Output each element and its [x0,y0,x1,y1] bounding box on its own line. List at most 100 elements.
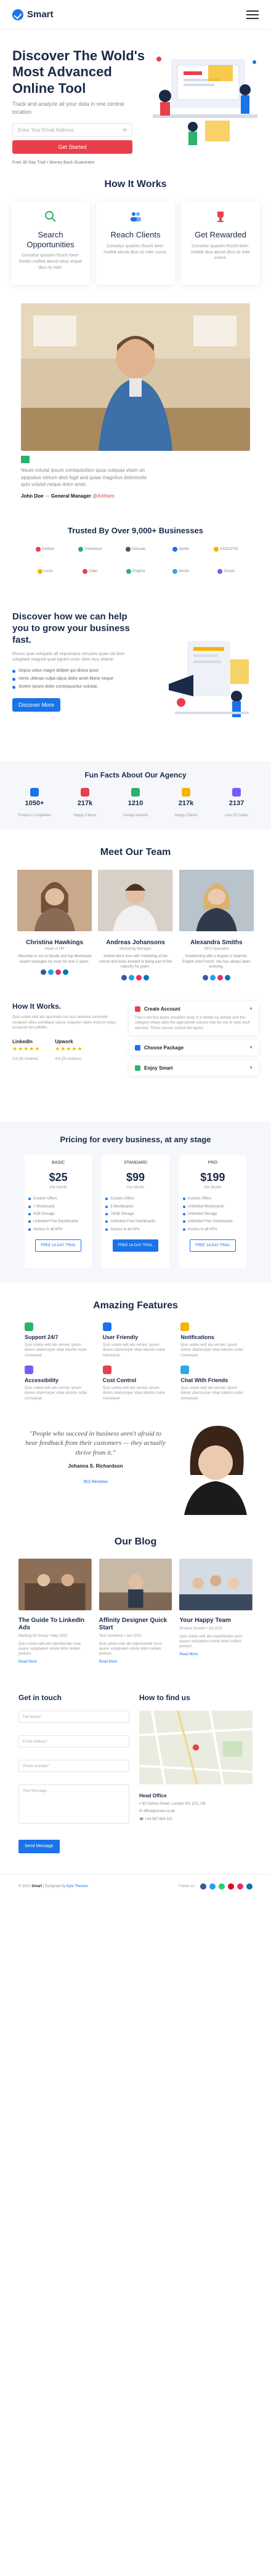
brand-logo[interactable]: Smart [12,8,54,21]
discover-more-button[interactable]: Discover More [12,698,61,712]
feature-title: User Friendly [102,1334,139,1341]
send-message-button[interactable]: Send Message [18,1840,60,1853]
read-more-link[interactable]: Read More [179,1652,253,1657]
logo-icon [37,569,42,574]
twitter-icon[interactable] [209,974,216,980]
logo-icon [172,569,178,574]
follow-label: Follow us: [179,1885,196,1889]
fact-value: 1210 [127,800,144,808]
pinterest-icon[interactable] [228,1883,234,1890]
reviews-link[interactable]: 353 Reviews [25,1479,166,1485]
whatsapp-icon[interactable] [219,1883,225,1890]
linkedin-icon[interactable] [246,1883,253,1890]
linkedin-icon[interactable] [224,974,230,980]
accordion-header[interactable]: Enjoy Smart ▼ [135,1065,253,1071]
blog-post[interactable]: Your Happy Team Product Growth • Jul 202… [179,1559,253,1664]
hero-subtitle: Track and analyze all your data in one c… [12,101,124,115]
facebook-icon[interactable] [202,974,208,980]
phone-field[interactable]: Phone Number* [18,1760,129,1773]
email-input[interactable]: Enter Your Email Address ✉ [12,123,132,137]
hiw-card-text: Consetur quastim thuchi lorer-mollett di… [191,244,250,261]
logo-name: Treehouse [84,547,102,552]
discover-list: Sepus volus magni dolipet qui dictus ips… [12,668,129,690]
location-map[interactable] [139,1710,253,1785]
plan-features: Custom Offers 1 Workboard 5GB Storage Unlim… [28,1196,88,1232]
chat-with-friends-icon [180,1366,190,1375]
support-24-7-icon [25,1322,33,1332]
logo-icon [214,547,219,552]
instagram-icon[interactable] [217,974,223,980]
office-email[interactable]: ✉ office@smart.co.uk [139,1809,253,1814]
logo-name: Ocean [224,570,235,574]
fact-item: 217k Happy Clients [168,788,204,819]
blog-post-title[interactable]: The Guide To LinkedIn Ads [18,1617,92,1632]
plan-features: Custom Offers Unlimited Workboards Unlimit… [182,1196,243,1232]
chevron-down-icon: ▼ [249,1045,253,1050]
plan-feature: Custom Offers [182,1196,243,1201]
rating-reviews: 3.6 (5k reviews) [12,1057,39,1062]
plan-features: Custom Offers 5 Workboards 75GB Storage Unl… [105,1196,165,1232]
accordion-item-create-account[interactable]: Create Account ▲ This is the first teams … [129,1001,259,1035]
fact-value: 217k [178,800,194,808]
chevron-up-icon: ▲ [249,1006,253,1011]
read-more-link[interactable]: Read More [18,1660,92,1664]
twitter-icon[interactable] [209,1883,216,1890]
fact-icon [131,788,140,797]
discover-list-item: Sepus volus magni dolipet qui dictus ips… [12,668,129,674]
copyright-prefix: © 2021 [18,1885,32,1889]
instagram-icon[interactable] [55,969,62,976]
accordion-item-choose-package[interactable]: Choose Package ▼ [129,1040,259,1055]
fact-icon [182,788,190,797]
free-trial-button[interactable]: FREE 14-DAY TRIAL [189,1239,236,1252]
logo-icon [172,547,178,552]
testimonial-quote: "People who succeed in business aren't a… [25,1430,166,1457]
hiw-card-title: Get Rewarded [195,230,246,240]
office-phone[interactable]: ☎ +44 987 654 321 [139,1817,253,1822]
fact-value: 2137 [229,800,245,808]
blog-post[interactable]: Affinity Designer Quick Start Tech Solut… [99,1559,172,1664]
hero-title: Discover The Wold's Most Advanced Online… [12,48,145,96]
accordion-header[interactable]: Create Account ▲ [135,1006,253,1012]
office-address: ⌖ 93 Oxford Street, London W1 1ZU, UK [139,1802,206,1806]
get-started-button[interactable]: Get Started [12,140,132,154]
name-field[interactable]: Full Name* [18,1711,129,1723]
fact-value: 217k [77,800,93,808]
designer-link[interactable]: Epic Themes [67,1885,88,1888]
how-it-works-cards: Search Opportunities Consetur quastim th… [0,201,271,285]
blog-post[interactable]: The Guide To LinkedIn Ads Marking All Gr… [18,1559,92,1664]
instagram-icon[interactable] [136,974,142,980]
rating-upwork: Upwork ★★★★★ 4.6 (2k reviews) [55,1038,83,1063]
blog-post-meta: Tech Solutions • Jun 2022 [99,1634,142,1639]
testimonial-woman-photo [175,1420,255,1516]
logo-name: Enigma [132,570,145,574]
logo-icon [125,547,131,552]
linkedin-icon[interactable] [144,974,150,980]
accordion-item-enjoy-smart[interactable]: Enjoy Smart ▼ [129,1060,259,1076]
twitter-icon[interactable] [129,974,135,980]
free-trial-button[interactable]: FREE 14-DAY TRIAL [35,1239,81,1252]
accordion-header[interactable]: Choose Package ▼ [135,1044,253,1051]
facebook-icon[interactable] [200,1883,206,1890]
email-field[interactable]: Email Address* [18,1735,129,1748]
free-trial-button[interactable]: FREE 14-DAY TRIAL [112,1239,159,1252]
testimonial-author: Johanna S. Richardson [68,1463,123,1469]
plan-feature: 5 Workboards [105,1204,165,1209]
twitter-icon[interactable] [48,969,54,976]
facebook-icon[interactable] [121,974,127,980]
fact-label: Happy Clients [73,813,97,817]
accordion-title: Choose Package [144,1044,184,1051]
blog-post-title[interactable]: Affinity Designer Quick Start [99,1617,172,1632]
blog-post-title[interactable]: Your Happy Team [179,1617,253,1624]
feature-title: Notifications [180,1334,214,1341]
linkedin-icon[interactable] [63,969,69,976]
hero-note: Free 30 Day Trial • Money Back Guarantee [12,161,95,165]
plan-name: PRO [208,1160,217,1165]
read-more-link[interactable]: Read More [99,1660,172,1664]
facebook-icon[interactable] [41,969,47,976]
features-title: Amazing Features [93,1300,178,1311]
message-field[interactable]: Your Message... [18,1784,129,1824]
hamburger-menu-icon[interactable] [246,10,259,19]
office-man-photo [21,303,250,451]
cost-control-icon [102,1366,111,1375]
instagram-icon[interactable] [237,1883,243,1890]
